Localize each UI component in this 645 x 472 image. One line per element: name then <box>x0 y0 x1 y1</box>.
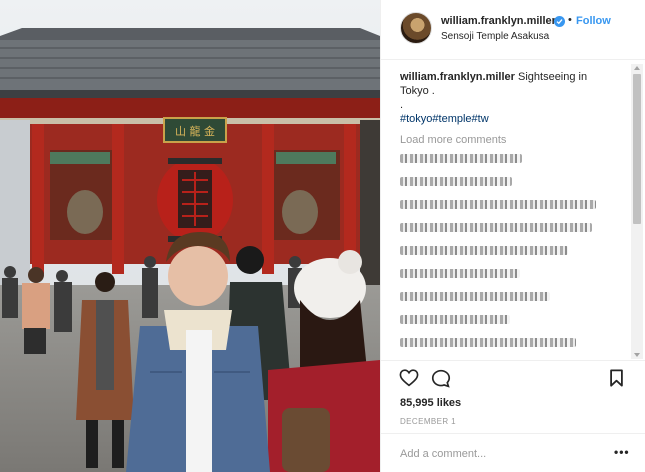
post-header: william.franklyn.miller • Follow Sensoji… <box>381 0 645 60</box>
gate-sign-text: 山 龍 金 <box>175 124 215 138</box>
caption: william.franklyn.miller Sightseeing in T… <box>400 70 615 112</box>
separator-dot: • <box>568 14 572 26</box>
scroll-up-arrow-icon[interactable] <box>634 66 640 70</box>
scrollbar-thumb[interactable] <box>633 74 641 224</box>
blurred-comment <box>400 246 568 255</box>
verified-badge-icon <box>554 16 565 27</box>
comment-bar: ••• <box>381 433 645 472</box>
more-options-icon[interactable]: ••• <box>614 445 630 459</box>
avatar[interactable] <box>400 12 432 44</box>
blurred-comment <box>400 292 550 301</box>
comment-input[interactable] <box>400 446 600 462</box>
username-link[interactable]: william.franklyn.miller <box>441 15 556 27</box>
location-link[interactable]: Sensoji Temple Asakusa <box>441 31 549 42</box>
post-side-panel: william.franklyn.miller • Follow Sensoji… <box>380 0 645 472</box>
likes-count[interactable]: 85,995 likes <box>400 397 461 409</box>
blurred-comment <box>400 154 522 163</box>
post-photo[interactable]: 山 龍 金 <box>0 0 380 472</box>
bookmark-icon[interactable] <box>609 369 624 392</box>
scroll-down-arrow-icon[interactable] <box>634 353 640 357</box>
comments-list[interactable]: william.franklyn.miller Sightseeing in T… <box>381 61 631 359</box>
blurred-comment <box>400 315 510 324</box>
post-date: DECEMBER 1 <box>400 417 457 426</box>
post-actions: 85,995 likes DECEMBER 1 ••• <box>381 360 645 472</box>
blurred-comment <box>400 200 596 209</box>
blurred-comment <box>400 177 512 186</box>
heart-icon[interactable] <box>399 369 419 392</box>
caption-username[interactable]: william.franklyn.miller <box>400 71 515 83</box>
blurred-comment <box>400 269 520 278</box>
temple-photo: 山 龍 金 <box>0 0 380 472</box>
comments-scrollbar[interactable] <box>631 64 643 359</box>
caption-dot: . <box>400 99 404 111</box>
comment-bubble-icon[interactable] <box>431 369 451 393</box>
load-more-comments-button[interactable]: Load more comments <box>400 134 631 146</box>
follow-button[interactable]: Follow <box>576 15 611 27</box>
blurred-comment <box>400 338 576 347</box>
caption-hashtags[interactable]: #tokyo#temple#tw <box>400 112 631 126</box>
blurred-comment <box>400 223 592 232</box>
